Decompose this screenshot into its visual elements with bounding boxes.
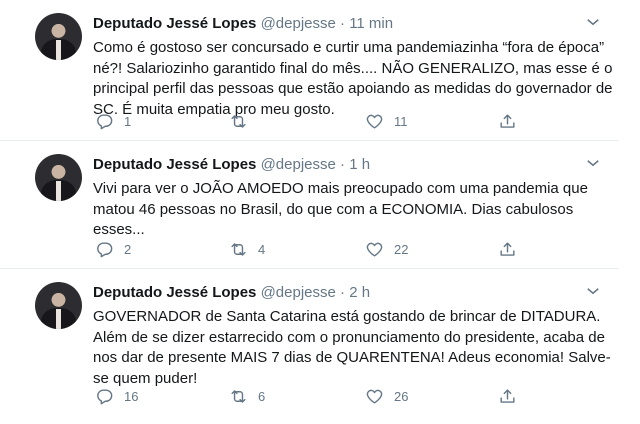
tweet-text: GOVERNADOR de Santa Catarina está gostan… xyxy=(93,308,611,387)
reply-count: 16 xyxy=(124,388,139,404)
like-button[interactable]: 22 xyxy=(365,237,408,261)
tweet-feed: Deputado Jessé Lopes @depjesse · 11 min … xyxy=(0,0,618,424)
tweet-header: Deputado Jessé Lopes @depjesse · 2 h xyxy=(93,283,370,303)
retweet-button[interactable]: 6 xyxy=(229,384,265,408)
author-name[interactable]: Deputado Jessé Lopes xyxy=(93,284,256,301)
author-handle[interactable]: @depjesse xyxy=(261,284,336,301)
retweet-icon xyxy=(231,389,246,403)
like-count: 26 xyxy=(394,388,409,404)
tweet-time[interactable]: 2 h xyxy=(349,284,370,301)
like-count: 11 xyxy=(394,113,408,129)
share-icon xyxy=(500,113,515,128)
retweet-icon xyxy=(231,114,246,128)
reply-button[interactable]: 1 xyxy=(95,109,131,133)
tweet-header: Deputado Jessé Lopes @depjesse · 1 h xyxy=(93,155,370,175)
share-button[interactable] xyxy=(498,109,517,133)
like-button[interactable]: 26 xyxy=(365,384,408,408)
chevron-down-icon xyxy=(587,288,599,295)
retweet-icon xyxy=(231,242,246,256)
reply-count: 2 xyxy=(124,241,132,257)
chevron-down-icon xyxy=(587,160,599,167)
more-options-button[interactable] xyxy=(584,282,606,304)
retweet-count: 4 xyxy=(258,241,266,257)
author-handle[interactable]: @depjesse xyxy=(261,156,336,173)
tweet-actions: 2 4 22 xyxy=(93,237,533,261)
retweet-button[interactable] xyxy=(229,109,258,133)
share-icon xyxy=(500,388,515,403)
separator-dot: · xyxy=(340,284,346,301)
avatar[interactable] xyxy=(35,154,82,201)
tweet-header: Deputado Jessé Lopes @depjesse · 11 min xyxy=(93,14,393,34)
like-icon xyxy=(366,114,383,129)
tweet-text: Como é gostoso ser concursado e curtir u… xyxy=(93,39,613,118)
reply-icon xyxy=(97,113,113,129)
reply-icon xyxy=(97,241,113,257)
author-name[interactable]: Deputado Jessé Lopes xyxy=(93,15,256,32)
retweet-button[interactable]: 4 xyxy=(229,237,265,261)
tweet-text: Vivi para ver o JOÃO AMOEDO mais preocup… xyxy=(93,180,588,238)
author-name[interactable]: Deputado Jessé Lopes xyxy=(93,156,256,173)
more-options-button[interactable] xyxy=(584,13,606,35)
like-count: 22 xyxy=(394,241,409,257)
share-icon xyxy=(500,241,515,256)
tweet[interactable]: Deputado Jessé Lopes @depjesse · 2 h GOV… xyxy=(0,269,618,424)
chevron-down-icon xyxy=(587,19,599,26)
reply-button[interactable]: 16 xyxy=(95,384,138,408)
tweet-actions: 1 11 xyxy=(93,109,533,133)
tweet[interactable]: Deputado Jessé Lopes @depjesse · 1 h Viv… xyxy=(0,141,618,269)
tweet-time[interactable]: 1 h xyxy=(349,156,370,173)
tweet-actions: 16 6 26 xyxy=(93,384,533,408)
separator-dot: · xyxy=(340,15,346,32)
tweet-time[interactable]: 11 min xyxy=(349,15,393,32)
tweet[interactable]: Deputado Jessé Lopes @depjesse · 11 min … xyxy=(0,0,618,141)
reply-count: 1 xyxy=(124,113,132,129)
avatar[interactable] xyxy=(35,13,82,60)
like-button[interactable]: 11 xyxy=(365,109,408,133)
reply-button[interactable]: 2 xyxy=(95,237,131,261)
more-options-button[interactable] xyxy=(584,154,606,176)
author-handle[interactable]: @depjesse xyxy=(261,15,336,32)
like-icon xyxy=(366,389,383,404)
share-button[interactable] xyxy=(498,237,517,261)
share-button[interactable] xyxy=(498,384,517,408)
avatar[interactable] xyxy=(35,282,82,329)
separator-dot: · xyxy=(340,156,346,173)
reply-icon xyxy=(97,388,113,404)
retweet-count: 6 xyxy=(258,388,266,404)
like-icon xyxy=(366,242,383,257)
